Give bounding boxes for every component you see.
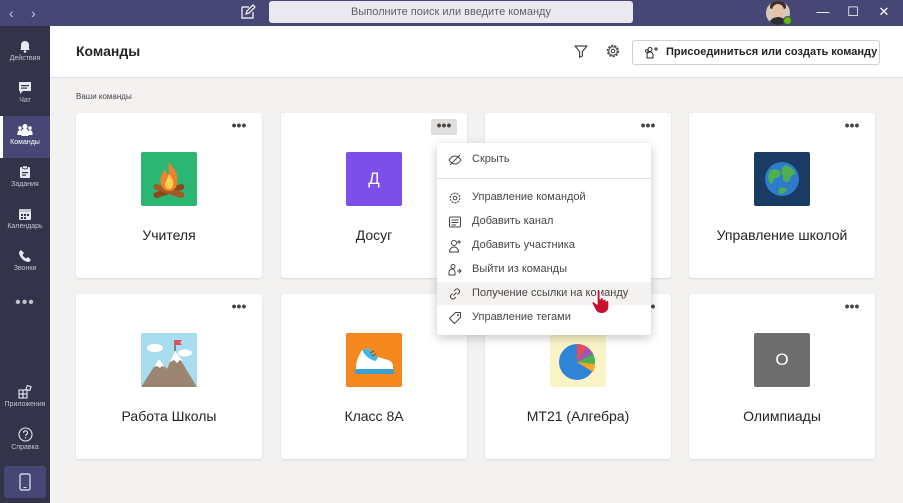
rail-label: Действия: [9, 55, 41, 62]
team-name: Олимпиады: [743, 408, 821, 424]
team-name: Работа Школы: [121, 408, 217, 424]
add-channel-icon: [449, 216, 461, 228]
menu-item-label: Скрыть: [472, 153, 510, 165]
menu-divider: [437, 178, 651, 179]
globe-icon: [765, 162, 799, 196]
chat-icon: [19, 82, 31, 94]
hide-icon: [448, 154, 462, 166]
calendar-icon: [19, 209, 31, 220]
minimize-button[interactable]: —: [813, 3, 833, 21]
team-card[interactable]: ••• Учителя: [76, 113, 262, 278]
team-tile-mountain: [141, 333, 197, 387]
rail-item-assignments[interactable]: Задания: [0, 158, 50, 200]
rail-label: Звонки: [13, 265, 37, 272]
menu-item-hide[interactable]: Скрыть: [437, 148, 651, 171]
more-options-icon[interactable]: •••: [226, 299, 252, 316]
join-or-create-team-button[interactable]: Присоединиться или создать команду: [632, 40, 880, 65]
team-name: Управление школой: [716, 227, 848, 243]
team-tile-campfire: [141, 152, 197, 206]
menu-item-add-member[interactable]: Добавить участника: [437, 234, 651, 257]
team-card[interactable]: ••• Работа Школы: [76, 294, 262, 459]
rail-label: Приложения: [4, 401, 46, 408]
team-tile-shoe: [346, 333, 402, 387]
add-member-icon: [448, 240, 461, 253]
pie-chart-icon: [559, 343, 596, 380]
rail-label: Задания: [11, 181, 39, 188]
rail-item-calendar[interactable]: Календарь: [0, 200, 50, 242]
section-label: Ваши команды: [76, 92, 132, 101]
more-options-icon[interactable]: •••: [839, 299, 865, 316]
content-header: Команды Присоединиться или создать коман…: [50, 26, 903, 78]
hand-cursor-icon: [591, 289, 610, 315]
menu-item-label: Выйти из команды: [472, 263, 568, 275]
menu-item-manage-tags[interactable]: Управление тегами: [437, 306, 651, 329]
rail-label: Справка: [11, 444, 39, 451]
left-rail: Действия Чат Команды Задания Календарь З…: [0, 26, 50, 503]
menu-item-label: Добавить участника: [472, 239, 575, 251]
join-button-label: Присоединиться или создать команду: [666, 46, 878, 58]
team-name: Класс 8А: [344, 408, 404, 424]
team-context-menu: Скрыть Управление командой Добавить кана…: [437, 143, 651, 335]
more-options-icon[interactable]: •••: [226, 118, 252, 135]
presence-badge: [783, 16, 792, 25]
rail-item-calls[interactable]: Звонки: [0, 242, 50, 284]
menu-item-label: Управление тегами: [472, 311, 571, 323]
back-arrow-icon[interactable]: ‹: [9, 4, 14, 22]
leave-icon: [448, 264, 462, 276]
rail-item-device[interactable]: [4, 466, 46, 498]
bell-icon: [20, 41, 30, 53]
assignments-icon: [20, 165, 30, 178]
link-icon: [450, 288, 460, 300]
rail-label: Команды: [10, 139, 40, 146]
forward-arrow-icon[interactable]: ›: [31, 4, 36, 22]
team-name: Учителя: [142, 227, 196, 243]
rail-label: Календарь: [7, 223, 43, 230]
menu-item-manage-team[interactable]: Управление командой: [437, 186, 651, 209]
menu-item-get-link[interactable]: Получение ссылки на команду: [437, 282, 651, 305]
team-card[interactable]: ••• Управление школой: [689, 113, 875, 278]
more-options-icon[interactable]: •••: [839, 118, 865, 135]
more-options-icon[interactable]: •••: [635, 118, 661, 135]
rail-label: Чат: [19, 97, 31, 104]
tag-icon: [449, 312, 461, 324]
rail-item-chat[interactable]: Чат: [0, 74, 50, 116]
rail-item-apps[interactable]: Приложения: [0, 378, 50, 420]
gear-icon[interactable]: [604, 42, 622, 60]
menu-item-leave-team[interactable]: Выйти из команды: [437, 258, 651, 281]
maximize-button[interactable]: ☐: [843, 3, 863, 21]
rail-more-icon[interactable]: •••: [0, 294, 50, 312]
tile-letter: Д: [368, 169, 380, 188]
teams-icon: [17, 124, 33, 136]
help-icon: [17, 427, 33, 442]
menu-item-add-channel[interactable]: Добавить канал: [437, 210, 651, 233]
mobile-device-icon: [19, 473, 31, 491]
phone-icon: [19, 250, 31, 262]
team-tile-letter: Д: [346, 152, 402, 206]
apps-icon: [18, 385, 32, 399]
add-team-icon: [645, 47, 658, 59]
sneaker-icon: [355, 348, 394, 374]
menu-item-label: Добавить канал: [472, 215, 554, 227]
more-options-icon[interactable]: •••: [431, 118, 457, 135]
gear-icon: [449, 192, 461, 204]
page-title: Команды: [76, 43, 141, 59]
team-tile-globe: [754, 152, 810, 206]
title-bar: ‹ › Выполните поиск или введите команду …: [0, 0, 903, 26]
team-name: МТ21 (Алгебра): [526, 408, 630, 424]
search-input[interactable]: Выполните поиск или введите команду: [269, 1, 633, 23]
team-tile-pie-chart: [550, 333, 606, 387]
team-card[interactable]: ••• О Олимпиады: [689, 294, 875, 459]
menu-item-label: Управление командой: [472, 191, 586, 203]
rail-item-activity[interactable]: Действия: [0, 32, 50, 74]
campfire-icon: [153, 162, 185, 199]
rail-item-help[interactable]: Справка: [0, 420, 50, 462]
close-button[interactable]: ✕: [874, 3, 894, 21]
team-tile-letter: О: [754, 333, 810, 387]
mountain-icon: [141, 340, 197, 387]
rail-item-teams[interactable]: Команды: [0, 116, 50, 158]
tile-letter: О: [775, 350, 789, 369]
new-chat-icon[interactable]: [240, 4, 256, 20]
filter-icon[interactable]: [572, 42, 590, 60]
